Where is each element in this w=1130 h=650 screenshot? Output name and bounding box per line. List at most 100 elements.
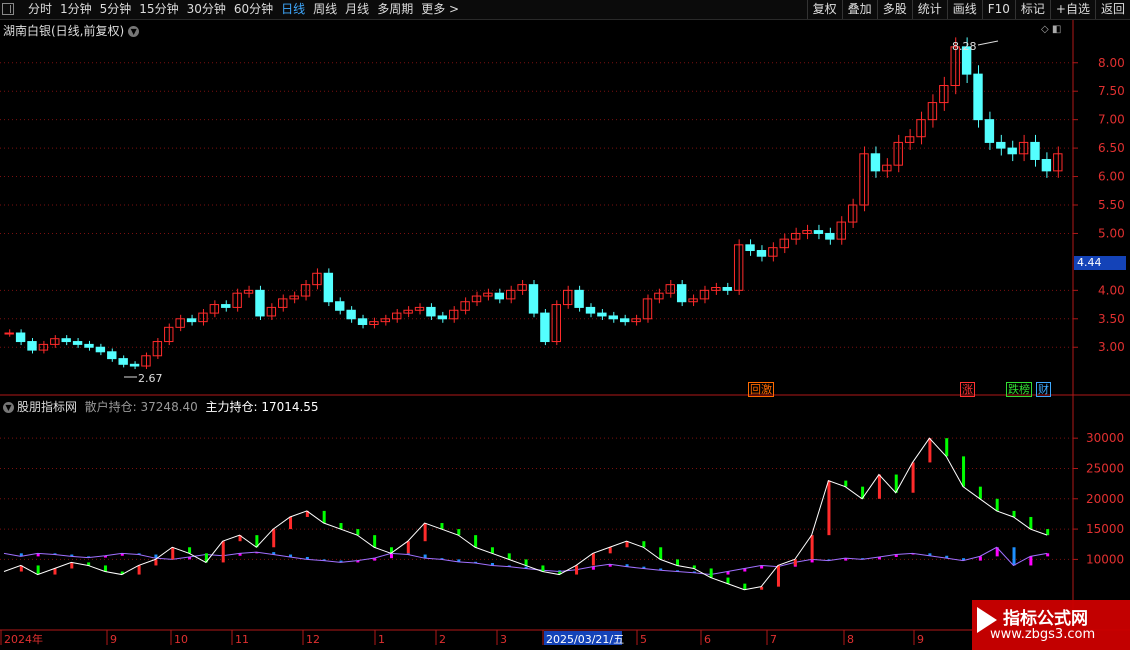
- candle-body: [733, 244, 744, 291]
- candle-body: [15, 332, 26, 343]
- signal-badge[interactable]: 跌榜: [1006, 382, 1032, 397]
- candle-body: [494, 292, 505, 300]
- retail-position-bar: [1046, 529, 1050, 536]
- retail-position-bar: [188, 547, 192, 554]
- retail-position-bar: [289, 516, 293, 530]
- candle-body: [574, 289, 584, 308]
- retail-position-bar: [507, 553, 511, 560]
- indicator-tick-label: 25000: [1086, 461, 1124, 475]
- retail-position-bar: [272, 529, 276, 548]
- date-label: 8: [847, 633, 854, 646]
- candle-body: [84, 343, 94, 348]
- retail-position-bar: [356, 529, 360, 536]
- retail-position-bar: [978, 486, 982, 499]
- low-annotation: 2.67: [138, 372, 163, 385]
- candle-body: [175, 318, 185, 328]
- retail-position-bar: [827, 480, 831, 536]
- candle-body: [129, 363, 140, 367]
- date-label: 9: [917, 633, 924, 646]
- retail-position-bar: [911, 462, 915, 493]
- indicator-tick-label: 10000: [1086, 552, 1124, 566]
- candle-body: [973, 73, 983, 121]
- retail-position-bar: [423, 523, 427, 542]
- date-label: 6: [704, 633, 711, 646]
- retail-position-bar: [221, 541, 225, 563]
- retail-position-bar: [70, 562, 74, 569]
- candle-body: [517, 284, 527, 291]
- signal-badge[interactable]: 回激: [748, 382, 774, 397]
- candle-body: [642, 298, 653, 320]
- retail-position-bar: [36, 565, 40, 575]
- candle-body: [1030, 141, 1040, 160]
- candle-body: [506, 289, 516, 300]
- indicator-name[interactable]: 股朋指标网: [17, 400, 77, 414]
- date-label: 5: [640, 633, 647, 646]
- retail-position-bar: [490, 547, 494, 554]
- date-label: 1: [378, 633, 385, 646]
- candle-body: [323, 272, 334, 303]
- price-tick-label: 7.00: [1098, 113, 1125, 127]
- retail-position-bar: [591, 553, 595, 566]
- retail-position-bar: [137, 565, 141, 575]
- price-tick-label: 5.00: [1098, 226, 1125, 240]
- retail-position-bar: [154, 559, 158, 566]
- signal-badge[interactable]: 财: [1036, 382, 1051, 397]
- main-position-bar: [1012, 547, 1016, 566]
- price-tick-label: 8.00: [1098, 56, 1125, 70]
- candle-body: [1041, 158, 1052, 172]
- price-tick-label: 5.50: [1098, 198, 1125, 212]
- retail-position-bar: [1029, 516, 1033, 530]
- date-label: 2025/03/21/五: [546, 633, 624, 646]
- candle-body: [107, 351, 117, 360]
- price-tick-label: 6.00: [1098, 170, 1125, 184]
- retail-position-bar: [474, 535, 478, 548]
- retail-value: 37248.40: [140, 400, 198, 414]
- candle-body: [745, 244, 755, 252]
- date-label: 2024年: [4, 632, 43, 646]
- date-label: 7: [770, 633, 777, 646]
- candle-body: [1007, 147, 1017, 155]
- signal-badge[interactable]: 涨: [960, 382, 975, 397]
- candle-body: [221, 304, 231, 308]
- candle-body: [95, 346, 106, 353]
- candle-body: [528, 284, 539, 314]
- candle-body: [676, 284, 687, 303]
- main-value: 17014.55: [261, 400, 319, 414]
- candle-body: [414, 306, 425, 311]
- candle-body: [61, 338, 71, 343]
- indicator-tick-label: 20000: [1086, 492, 1124, 506]
- candle-body: [437, 315, 448, 320]
- retail-label: 散户持仓:: [84, 400, 137, 414]
- indicator-tick-label: 30000: [1086, 431, 1124, 445]
- candle-body: [4, 332, 14, 335]
- candle-body: [357, 318, 368, 325]
- candle-body: [870, 153, 881, 172]
- current-price-tag: 4.44: [1074, 256, 1126, 270]
- price-tick-label: 3.00: [1098, 340, 1125, 354]
- retail-position-bar: [608, 547, 612, 554]
- retail-position-bar: [373, 535, 377, 548]
- retail-position-bar: [103, 565, 107, 572]
- date-label: 12: [306, 633, 320, 646]
- date-label: 3: [500, 633, 507, 646]
- candle-body: [756, 250, 767, 257]
- retail-position-bar: [995, 498, 999, 511]
- candle-body: [27, 341, 37, 351]
- main-position-bar: [389, 553, 393, 559]
- date-label: 11: [235, 633, 249, 646]
- retail-position-bar: [776, 565, 780, 587]
- retail-position-bar: [877, 474, 881, 499]
- retail-position-bar: [339, 523, 343, 530]
- retail-position-bar: [928, 438, 932, 463]
- price-tick-label: 4.00: [1098, 283, 1125, 297]
- chevron-down-icon[interactable]: ▼: [3, 402, 14, 413]
- candle-body: [597, 312, 607, 317]
- date-label: 2: [439, 633, 446, 646]
- date-label: 10: [174, 633, 188, 646]
- retail-position-bar: [945, 438, 949, 457]
- candle-body: [289, 295, 299, 300]
- candle-body: [608, 315, 618, 320]
- retail-position-bar: [440, 523, 444, 530]
- chart-canvas: 8.00 7.50 7.00 6.50 6.00 5.50 5.00 4.00 3.50 3.00…: [0, 20, 1130, 646]
- watermark-url: www.zbgs3.com: [990, 627, 1096, 642]
